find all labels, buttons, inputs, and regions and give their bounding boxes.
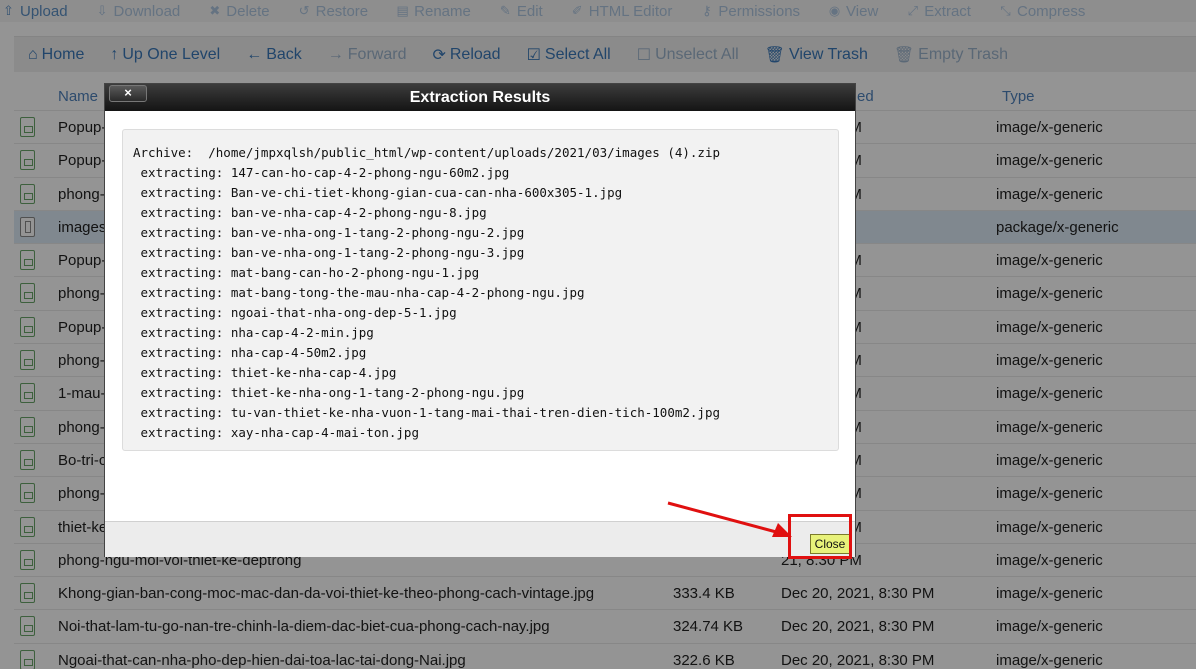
log-line: extracting: xay-nha-cap-4-mai-ton.jpg — [133, 425, 419, 440]
log-line: extracting: ngoai-that-nha-ong-dep-5-1.j… — [133, 305, 457, 320]
annotation-arrow — [667, 501, 792, 537]
dialog-close-x-button[interactable]: × — [109, 85, 147, 102]
log-line: extracting: tu-van-thiet-ke-nha-vuon-1-t… — [133, 405, 720, 420]
log-line: extracting: thiet-ke-nha-ong-1-tang-2-ph… — [133, 385, 525, 400]
log-line: extracting: mat-bang-tong-the-mau-nha-ca… — [133, 285, 585, 300]
log-line: extracting: ban-ve-nha-cap-4-2-phong-ngu… — [133, 205, 487, 220]
log-line: extracting: 147-can-ho-cap-4-2-phong-ngu… — [133, 165, 510, 180]
extraction-results-dialog: × Extraction Results Archive: /home/jmpx… — [104, 83, 856, 557]
dialog-title: Extraction Results — [409, 88, 551, 106]
log-line: extracting: nha-cap-4-50m2.jpg — [133, 345, 367, 360]
log-line: extracting: nha-cap-4-2-min.jpg — [133, 325, 374, 340]
log-line: extracting: ban-ve-nha-ong-1-tang-2-phon… — [133, 245, 525, 260]
log-line: extracting: ban-ve-nha-ong-1-tang-2-phon… — [133, 225, 525, 240]
archive-path: Archive: /home/jmpxqlsh/public_html/wp-c… — [133, 145, 720, 160]
extraction-log: Archive: /home/jmpxqlsh/public_html/wp-c… — [122, 129, 839, 451]
log-line: extracting: Ban-ve-chi-tiet-khong-gian-c… — [133, 185, 623, 200]
log-line: extracting: mat-bang-can-ho-2-phong-ngu-… — [133, 265, 480, 280]
dialog-header: × Extraction Results — [105, 84, 855, 111]
log-line: extracting: thiet-ke-nha-cap-4.jpg — [133, 365, 397, 380]
